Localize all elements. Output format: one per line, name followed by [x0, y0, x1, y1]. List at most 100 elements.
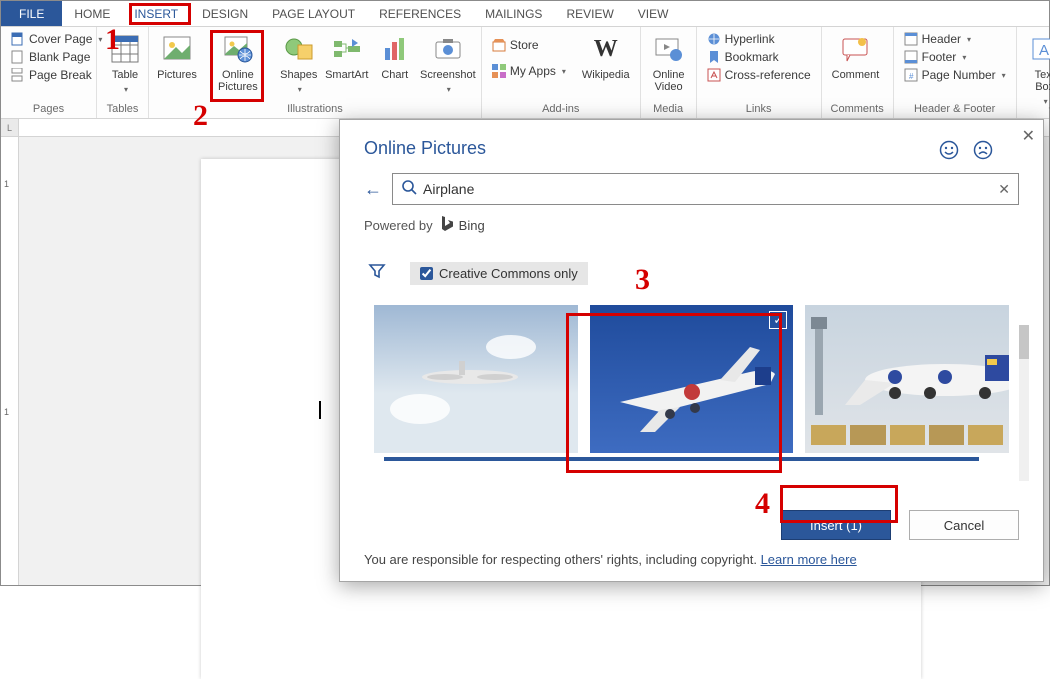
online-video-label: Online Video — [651, 69, 687, 93]
pictures-label: Pictures — [157, 69, 197, 81]
chart-label: Chart — [381, 69, 408, 81]
copyright-disclaimer: You are responsible for respecting other… — [364, 552, 1019, 567]
tab-references[interactable]: REFERENCES — [367, 1, 473, 26]
bing-icon — [439, 215, 453, 236]
tab-insert[interactable]: INSERT — [122, 1, 190, 26]
tab-view[interactable]: VIEW — [626, 1, 681, 26]
result-thumb-1[interactable] — [374, 305, 578, 453]
menu-tabbar: FILE HOME INSERT DESIGN PAGE LAYOUT REFE… — [1, 1, 1049, 27]
tab-file[interactable]: FILE — [1, 1, 62, 26]
smartart-button[interactable]: SmartArt — [325, 31, 369, 81]
cover-page-label: Cover Page — [29, 32, 92, 46]
footer-icon — [904, 50, 918, 64]
ruler-corner: L — [1, 119, 19, 137]
group-tables-label: Tables — [97, 103, 148, 118]
textbox-button[interactable]: A Text Box — [1023, 31, 1050, 106]
pictures-button[interactable]: Pictures — [155, 31, 199, 81]
footer-label: Footer — [922, 50, 957, 64]
feedback-happy-icon[interactable] — [939, 140, 959, 165]
pagenum-icon: # — [904, 68, 918, 82]
cc-only-checkbox[interactable] — [420, 267, 433, 280]
results-grid: ✓ — [374, 305, 1009, 453]
tab-design[interactable]: DESIGN — [190, 1, 260, 26]
table-label: Table — [112, 69, 138, 81]
table-icon — [109, 33, 141, 65]
online-video-button[interactable]: Online Video — [647, 31, 691, 93]
header-label: Header — [922, 32, 961, 46]
clear-search-icon[interactable]: ✕ — [998, 181, 1010, 198]
text-cursor — [319, 401, 321, 419]
svg-text:#: # — [909, 72, 914, 81]
crossref-button[interactable]: Cross-reference — [703, 67, 815, 83]
tab-page-layout[interactable]: PAGE LAYOUT — [260, 1, 367, 26]
footer-button[interactable]: Footer — [900, 49, 1010, 65]
cover-page-button[interactable]: Cover Page — [7, 31, 106, 47]
svg-text:A: A — [1039, 42, 1049, 59]
learn-more-link[interactable]: Learn more here — [761, 552, 857, 567]
page-break-button[interactable]: Page Break — [7, 67, 106, 83]
blank-page-button[interactable]: Blank Page — [7, 49, 106, 65]
close-icon[interactable]: ✕ — [1022, 126, 1035, 146]
results-scrollbar[interactable] — [1019, 325, 1029, 481]
screenshot-button[interactable]: Screenshot — [421, 31, 475, 94]
shapes-button[interactable]: Shapes — [277, 31, 321, 94]
vertical-ruler[interactable]: 1 1 — [1, 137, 19, 585]
store-label: Store — [510, 38, 539, 52]
group-addins-label: Add-ins — [482, 103, 640, 118]
store-button[interactable]: Store — [488, 37, 570, 53]
tab-home[interactable]: HOME — [62, 1, 122, 26]
wikipedia-label: Wikipedia — [582, 69, 630, 81]
ribbon: Cover Page Blank Page Page Break Pages — [1, 27, 1049, 119]
shapes-label: Shapes — [280, 69, 317, 81]
myapps-icon — [492, 64, 506, 78]
screenshot-label: Screenshot — [420, 69, 476, 81]
result-thumb-2[interactable]: ✓ — [590, 305, 794, 453]
header-icon — [904, 32, 918, 46]
cc-only-label: Creative Commons only — [439, 266, 578, 281]
online-pictures-label: Online Pictures — [207, 69, 269, 93]
selected-check-icon: ✓ — [769, 311, 787, 329]
back-icon[interactable]: ← — [364, 179, 382, 200]
selection-underline — [384, 457, 979, 461]
online-pictures-button[interactable]: Online Pictures — [203, 31, 273, 93]
bookmark-label: Bookmark — [725, 50, 779, 64]
bookmark-button[interactable]: Bookmark — [703, 49, 815, 65]
hyperlink-label: Hyperlink — [725, 32, 775, 46]
cover-page-icon — [11, 32, 25, 46]
insert-button[interactable]: Insert (1) — [781, 510, 891, 540]
result-thumb-3[interactable] — [805, 305, 1009, 453]
cancel-button[interactable]: Cancel — [909, 510, 1019, 540]
comment-button[interactable]: Comment — [828, 31, 884, 81]
wikipedia-icon: W — [590, 33, 622, 65]
search-box[interactable]: ✕ — [392, 173, 1019, 205]
screenshot-icon — [432, 33, 464, 65]
comment-label: Comment — [832, 69, 880, 81]
comment-icon — [839, 33, 871, 65]
powered-by: Powered by Bing — [364, 215, 1019, 236]
page-break-label: Page Break — [29, 68, 92, 82]
hyperlink-icon — [707, 32, 721, 46]
search-input[interactable] — [423, 181, 992, 197]
pagenum-button[interactable]: # Page Number — [900, 67, 1010, 83]
chart-button[interactable]: Chart — [373, 31, 417, 81]
online-pictures-icon — [222, 33, 254, 65]
hyperlink-button[interactable]: Hyperlink — [703, 31, 815, 47]
group-pages-label: Pages — [1, 103, 96, 118]
smartart-icon — [331, 33, 363, 65]
shapes-icon — [283, 33, 315, 65]
tab-review[interactable]: REVIEW — [554, 1, 625, 26]
smartart-label: SmartArt — [325, 69, 368, 81]
group-comments-label: Comments — [822, 103, 893, 118]
header-button[interactable]: Header — [900, 31, 1010, 47]
group-media-label: Media — [641, 103, 696, 118]
myapps-button[interactable]: My Apps — [488, 63, 570, 79]
feedback-sad-icon[interactable] — [973, 140, 993, 165]
online-pictures-dialog: ✕ Online Pictures ← ✕ Powered by — [339, 119, 1044, 582]
table-button[interactable]: Table — [103, 31, 147, 94]
filter-icon[interactable] — [368, 262, 386, 285]
wikipedia-button[interactable]: W Wikipedia — [578, 31, 634, 81]
tab-mailings[interactable]: MAILINGS — [473, 1, 554, 26]
blank-page-label: Blank Page — [29, 50, 90, 64]
cc-only-toggle[interactable]: Creative Commons only — [410, 262, 588, 285]
group-links-label: Links — [697, 103, 821, 118]
